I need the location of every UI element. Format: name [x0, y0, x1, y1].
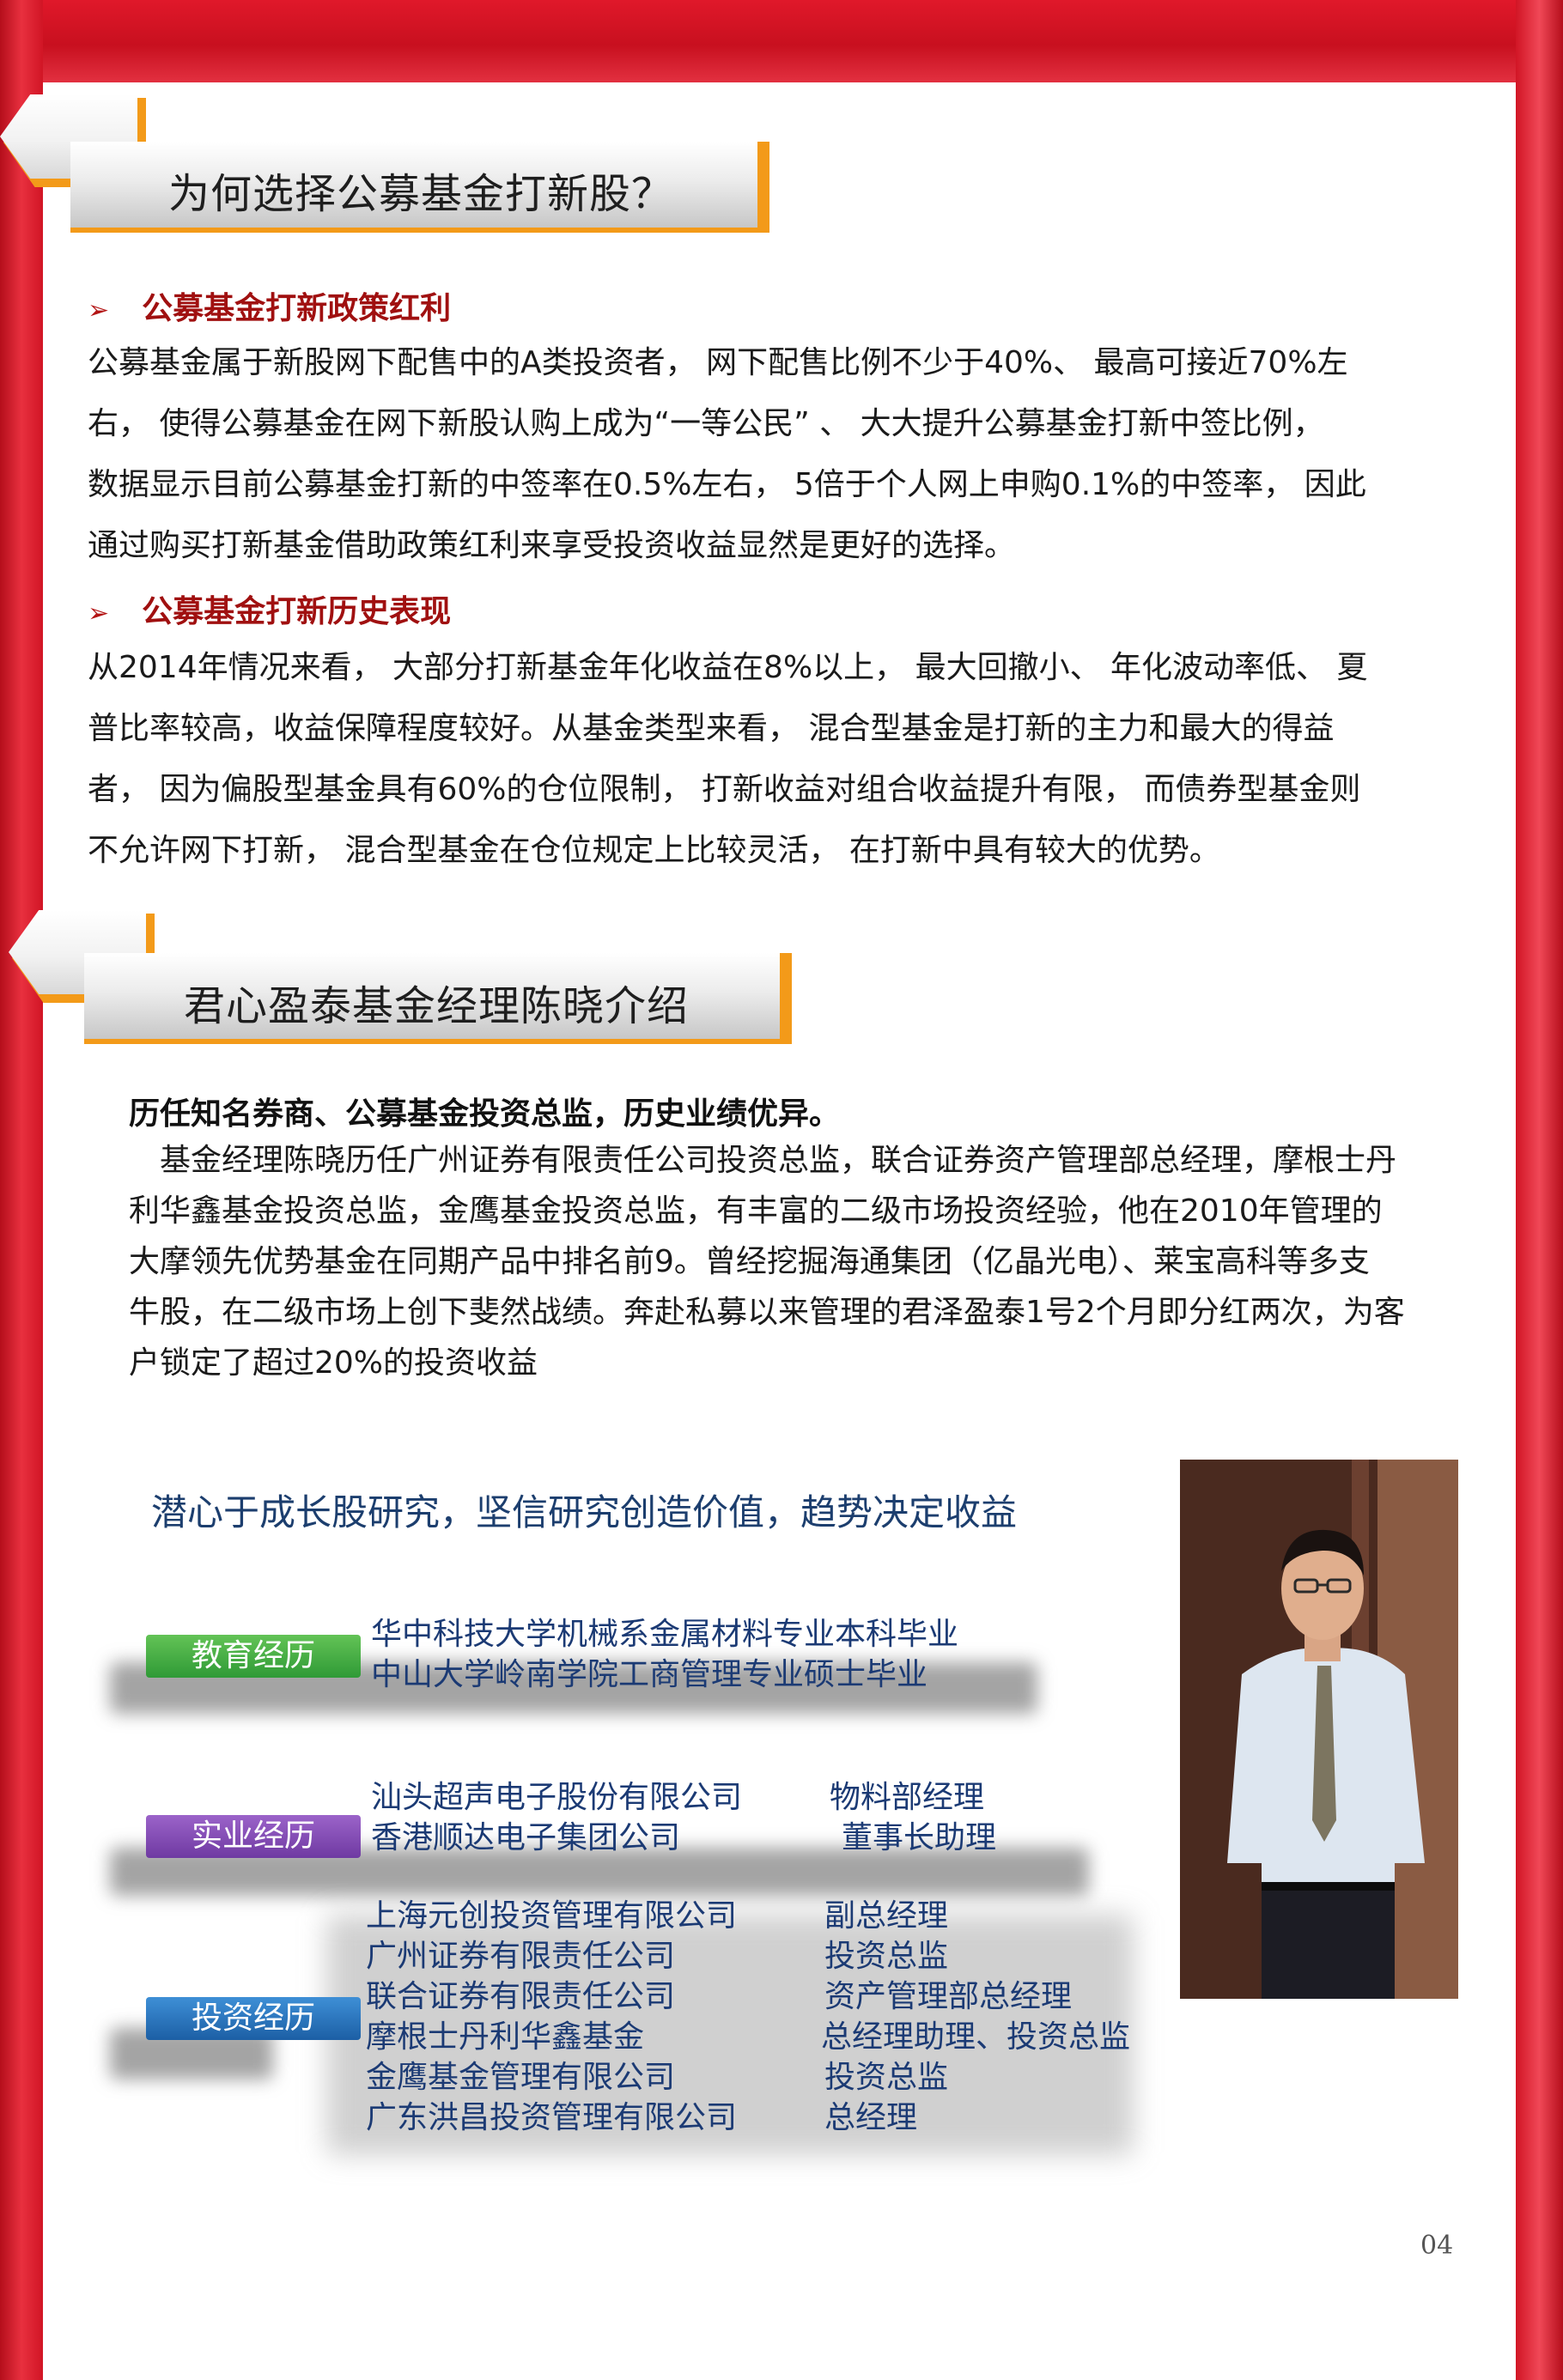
paragraph-line: 普比率较高，收益保障程度较好。从基金类型来看， 混合型基金是打新的主力和最大的得… — [88, 711, 1335, 746]
portrait-illustration — [1180, 1460, 1458, 1999]
investment-role: 总经理 — [824, 2100, 918, 2135]
bio-line: 利华鑫基金投资总监，金鹰基金投资总监，有丰富的二级市场投资经验，他在2010年管… — [129, 1193, 1383, 1229]
bio-line: 基金经理陈晓历任广州证券有限责任公司投资总监，联合证券资产管理部总经理，摩根士丹 — [129, 1143, 1397, 1178]
investment-company: 摩根士丹利华鑫基金 — [366, 2019, 645, 2055]
bullet-heading-policy: ➢ 公募基金打新政策红利 — [88, 283, 451, 328]
paragraph-line: 者， 因为偏股型基金具有60%的仓位限制， 打新收益对组合收益提升有限， 而债券… — [88, 772, 1361, 807]
bio-line: 牛股，在二级市场上创下斐然战绩。奔赴私募以来管理的君泽盈泰1号2个月即分红两次，… — [129, 1295, 1405, 1330]
investment-company: 金鹰基金管理有限公司 — [366, 2060, 676, 2095]
investment-tag: 投资经历 — [146, 1997, 361, 2040]
investment-company: 广东洪昌投资管理有限公司 — [366, 2100, 738, 2135]
bio-heading: 历任知名券商、公募基金投资总监，历史业绩优异。 — [129, 1096, 841, 1132]
paragraph-line: 通过购买打新基金借助政策红利来享受投资收益显然是更好的选择。 — [88, 528, 1016, 563]
paragraph-line: 不允许网下打新， 混合型基金在仓位规定上比较灵活， 在打新中具有较大的优势。 — [88, 833, 1220, 868]
investment-role: 资产管理部总经理 — [824, 1979, 1073, 2014]
bio-paragraph: 基金经理陈晓历任广州证券有限责任公司投资总监，联合证券资产管理部总经理，摩根士丹… — [129, 1135, 1434, 1388]
education-item: 中山大学岭南学院工商管理专业硕士毕业 — [371, 1657, 928, 1692]
section-banner-why-public-fund: 为何选择公募基金打新股？ — [0, 94, 790, 228]
section-banner-manager-intro: 君心盈泰基金经理陈晓介绍 — [0, 910, 807, 1039]
investment-role: 总经理助理、投资总监 — [821, 2019, 1131, 2055]
red-frame-left — [0, 0, 43, 2380]
bullet-heading-history: ➢ 公募基金打新历史表现 — [88, 586, 451, 631]
industry-role: 物料部经理 — [830, 1780, 985, 1815]
investment-company: 联合证券有限责任公司 — [366, 1979, 676, 2014]
paragraph-line: 右， 使得公募基金在网下新股认购上成为“一等公民” 、 大大提升公募基金打新中签… — [88, 406, 1324, 441]
arrow-bullet-icon: ➢ — [88, 295, 110, 325]
investment-company: 上海元创投资管理有限公司 — [366, 1898, 738, 1934]
investment-role: 投资总监 — [824, 1939, 949, 1974]
bio-line: 户锁定了超过20%的投资收益 — [129, 1345, 538, 1381]
paragraph-line: 从2014年情况来看， 大部分打新基金年化收益在8%以上， 最大回撤小、 年化波… — [88, 650, 1368, 685]
section-title: 为何选择公募基金打新股？ — [168, 170, 674, 218]
red-frame-top — [0, 0, 1563, 82]
industry-tag: 实业经历 — [146, 1815, 361, 1858]
paragraph-line: 公募基金属于新股网下配售中的A类投资者， 网下配售比例不少于40%、 最高可接近… — [88, 345, 1348, 380]
investment-role: 投资总监 — [824, 2060, 949, 2095]
education-item: 华中科技大学机械系金属材料专业本科毕业 — [371, 1617, 959, 1652]
fund-manager-photo — [1180, 1460, 1458, 1999]
bullet-heading-text: 公募基金打新历史表现 — [142, 594, 452, 629]
paragraph-policy: 公募基金属于新股网下配售中的A类投资者， 网下配售比例不少于40%、 最高可接近… — [88, 332, 1393, 576]
education-tag: 教育经历 — [146, 1635, 361, 1678]
paragraph-history: 从2014年情况来看， 大部分打新基金年化收益在8%以上， 最大回撤小、 年化波… — [88, 637, 1393, 881]
industry-company: 香港顺达电子集团公司 — [371, 1820, 681, 1855]
bio-line: 大摩领先优势基金在同期产品中排名前9。曾经挖掘海通集团（亿晶光电）、莱宝高科等多… — [129, 1244, 1370, 1279]
investment-company: 广州证券有限责任公司 — [366, 1939, 676, 1974]
section-title: 君心盈泰基金经理陈晓介绍 — [184, 982, 690, 1030]
investment-role: 副总经理 — [824, 1898, 949, 1934]
page-number: 04 — [1420, 2231, 1454, 2261]
bullet-heading-text: 公募基金打新政策红利 — [142, 291, 452, 326]
red-frame-right — [1516, 0, 1563, 2380]
industry-company: 汕头超声电子股份有限公司 — [371, 1780, 743, 1815]
arrow-bullet-icon: ➢ — [88, 598, 110, 628]
paragraph-line: 数据显示目前公募基金打新的中签率在0.5%左右， 5倍于个人网上申购0.1%的中… — [88, 467, 1366, 502]
investment-slogan: 潜心于成长股研究，坚信研究创造价值，趋势决定收益 — [151, 1491, 1018, 1533]
industry-role: 董事长助理 — [842, 1820, 997, 1855]
